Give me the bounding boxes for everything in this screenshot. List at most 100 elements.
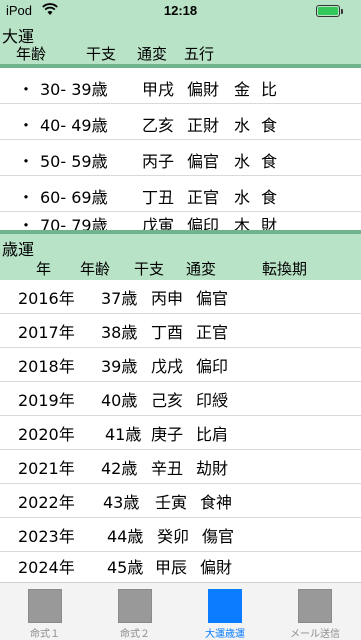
row-kanshi: 甲戌 — [142, 80, 175, 99]
row-tsuhen: 偏印 — [187, 216, 220, 232]
row-year: 2019年 — [18, 391, 75, 410]
taiun-row[interactable]: ・ 60- 69歳 丁丑 正官 水 食 — [0, 176, 361, 212]
row-tsuhen: 劫財 — [196, 459, 229, 478]
row-year: 2022年 — [18, 493, 75, 512]
row-kanshi: 壬寅 — [155, 493, 188, 512]
saiun-row[interactable]: 2023年 44歳 癸卯 傷官 — [0, 518, 361, 552]
saiun-row[interactable]: 2017年 38歳 丁酉 正官 — [0, 314, 361, 348]
saiun-header-year: 年 — [36, 260, 52, 278]
row-kanshi: 戊寅 — [142, 216, 175, 232]
row-age: 38歳 — [101, 323, 138, 342]
row-tsuhen: 傷官 — [202, 527, 235, 546]
row-tsuhen: 正官 — [187, 188, 220, 207]
row-gogyo-relation: 財 — [261, 216, 278, 232]
saiun-row[interactable]: 2024年 45歳 甲辰 偏財 — [0, 552, 361, 582]
saiun-header-kanshi: 干支 — [134, 260, 165, 278]
taiun-header-tsuhen: 通変 — [137, 45, 168, 63]
row-tsuhen: 印綬 — [196, 391, 229, 410]
saiun-row[interactable]: 2020年 41歳 庚子 比肩 — [0, 416, 361, 450]
tab-bar: 命式１ 命式２ 大運歳運 メール送信 — [0, 582, 361, 640]
row-tsuhen: 偏財 — [187, 80, 220, 99]
saiun-row[interactable]: 2022年 43歳 壬寅 食神 — [0, 484, 361, 518]
saiun-title: 歳運 — [2, 240, 35, 259]
row-year: 2024年 — [18, 558, 75, 577]
row-age: 37歳 — [101, 289, 138, 308]
row-kanshi: 丁丑 — [142, 188, 175, 207]
tab-taiun-saiun[interactable]: 大運歳運 — [180, 583, 270, 640]
tab-placeholder-icon — [28, 589, 62, 623]
taiun-row[interactable]: ・ 70- 79歳 戊寅 偏印 木 財 — [0, 212, 361, 232]
taiun-row[interactable]: ・ 30- 39歳 甲戌 偏財 金 比 — [0, 68, 361, 104]
row-gogyo-element: 水 — [234, 152, 251, 171]
row-gogyo-relation: 食 — [261, 116, 278, 135]
taiun-header-kanshi: 干支 — [86, 45, 117, 63]
taiun-header-age: 年齢 — [16, 45, 47, 63]
row-year: 2023年 — [18, 527, 75, 546]
saiun-header-tenkanki: 転換期 — [262, 260, 308, 278]
row-gogyo-relation: 比 — [261, 80, 278, 99]
row-tsuhen: 偏印 — [196, 357, 229, 376]
row-gogyo-element: 水 — [234, 188, 251, 207]
taiun-header: 大運 年齢 干支 通変 五行 — [0, 22, 361, 64]
row-year: 2018年 — [18, 357, 75, 376]
row-age: 39歳 — [101, 357, 138, 376]
row-year: 2021年 — [18, 459, 75, 478]
row-kanshi: 癸卯 — [157, 527, 190, 546]
row-age: 45歳 — [107, 558, 144, 577]
row-tsuhen: 正財 — [187, 116, 220, 135]
row-kanshi: 乙亥 — [142, 116, 175, 135]
row-tsuhen: 偏財 — [200, 558, 233, 577]
saiun-header: 歳運 年 年齢 干支 通変 転換期 — [0, 234, 361, 280]
battery-tip — [341, 9, 343, 14]
tab-mail-send[interactable]: メール送信 — [270, 583, 360, 640]
tab-placeholder-icon — [118, 589, 152, 623]
taiun-header-gogyo: 五行 — [184, 45, 215, 63]
row-tsuhen: 正官 — [196, 323, 229, 342]
tab-meishiki-1[interactable]: 命式１ — [0, 583, 90, 640]
row-bullet: ・ — [18, 152, 35, 171]
row-gogyo-element: 木 — [234, 216, 251, 232]
row-kanshi: 辛丑 — [151, 459, 184, 478]
row-age: 50- 59歳 — [40, 152, 108, 171]
taiun-row[interactable]: ・ 50- 59歳 丙子 偏官 水 食 — [0, 140, 361, 176]
row-age: 42歳 — [101, 459, 138, 478]
row-bullet: ・ — [18, 188, 35, 207]
tab-placeholder-icon — [298, 589, 332, 623]
row-gogyo-relation: 食 — [261, 152, 278, 171]
row-kanshi: 丙申 — [151, 289, 184, 308]
tab-label: 命式２ — [120, 629, 150, 640]
tab-placeholder-icon — [208, 589, 242, 623]
row-kanshi: 庚子 — [151, 425, 184, 444]
row-year: 2017年 — [18, 323, 75, 342]
saiun-row[interactable]: 2019年 40歳 己亥 印綬 — [0, 382, 361, 416]
row-age: 41歳 — [105, 425, 142, 444]
tab-meishiki-2[interactable]: 命式２ — [90, 583, 180, 640]
row-age: 40- 49歳 — [40, 116, 108, 135]
saiun-header-tsuhen: 通変 — [186, 260, 217, 278]
status-bar: iPod 12:18 — [0, 0, 361, 22]
row-bullet: ・ — [18, 216, 35, 232]
row-kanshi: 丁酉 — [151, 323, 184, 342]
saiun-row[interactable]: 2018年 39歳 戊戌 偏印 — [0, 348, 361, 382]
battery-icon — [316, 5, 340, 17]
clock-time: 12:18 — [163, 3, 198, 18]
row-bullet: ・ — [18, 80, 35, 99]
row-bullet: ・ — [18, 116, 35, 135]
row-kanshi: 丙子 — [142, 152, 175, 171]
row-gogyo-element: 金 — [234, 80, 251, 99]
row-age: 44歳 — [107, 527, 144, 546]
row-age: 30- 39歳 — [40, 80, 108, 99]
row-kanshi: 甲辰 — [155, 558, 188, 577]
row-gogyo-relation: 食 — [261, 188, 278, 207]
row-age: 40歳 — [101, 391, 138, 410]
saiun-row[interactable]: 2016年 37歳 丙申 偏官 — [0, 280, 361, 314]
tab-label: 大運歳運 — [205, 629, 245, 640]
row-tsuhen: 食神 — [200, 493, 233, 512]
row-age: 70- 79歳 — [40, 216, 108, 232]
saiun-row[interactable]: 2021年 42歳 辛丑 劫財 — [0, 450, 361, 484]
row-kanshi: 己亥 — [151, 391, 184, 410]
row-year: 2016年 — [18, 289, 75, 308]
row-gogyo-element: 水 — [234, 116, 251, 135]
row-age: 43歳 — [103, 493, 140, 512]
taiun-row[interactable]: ・ 40- 49歳 乙亥 正財 水 食 — [0, 104, 361, 140]
